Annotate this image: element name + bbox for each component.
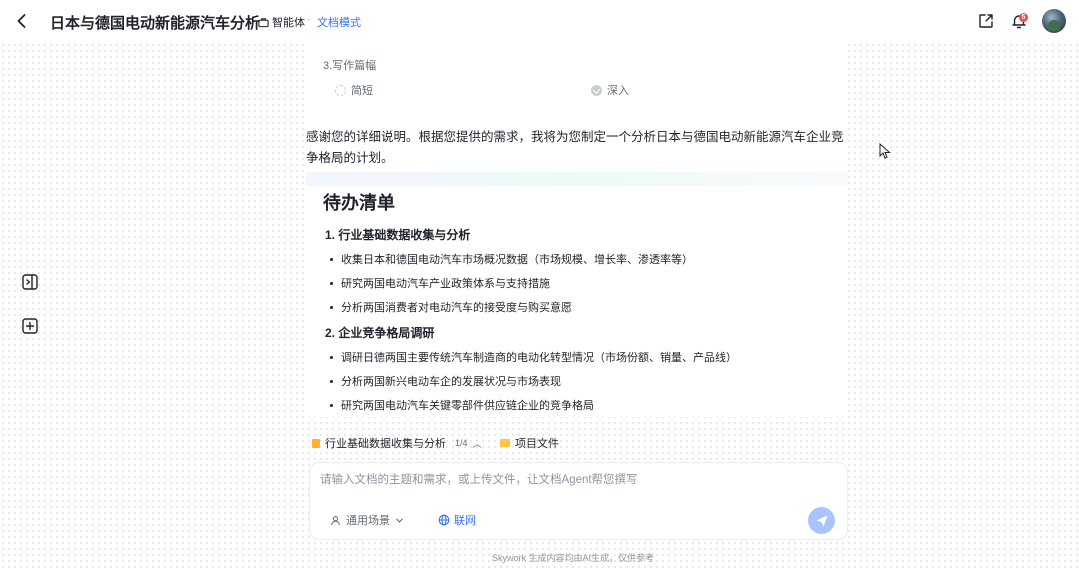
globe-icon: [438, 514, 450, 526]
writing-length-label: 3.写作篇幅: [323, 60, 377, 72]
assistant-message: 感谢您的详细说明。根据您提供的需求，我将为您制定一个分析日本与德国电动新能源汽车…: [306, 130, 844, 165]
chat-panel: 3.写作篇幅 简短 深入 感谢您的详细说明。根据您提供的需求，我将为您制定一个分…: [306, 44, 848, 417]
prompt-input[interactable]: [320, 471, 820, 489]
todo-group-title: 1. 行业基础数据收集与分析: [325, 228, 471, 242]
todo-item: 分析两国新兴电动车企的发展状况与市场表现: [330, 373, 561, 389]
send-button[interactable]: [808, 507, 835, 534]
scene-dropdown[interactable]: 通用场景: [330, 512, 404, 528]
share-icon[interactable]: [977, 12, 995, 30]
notification-badge: 5: [1019, 13, 1028, 22]
todo-item: 分析两国消费者对电动汽车的接受度与购买意愿: [330, 299, 572, 315]
document-title[interactable]: 日本与德国电动新能源汽车分析: [50, 12, 260, 33]
agent-label: 智能体: [272, 17, 305, 29]
project-files-button[interactable]: 项目文件: [500, 435, 559, 451]
todo-item: 收集日本和德国电动汽车市场概况数据（市场规模、增长率、渗透率等）: [330, 251, 693, 267]
mouse-cursor-icon: [879, 143, 891, 159]
document-mode-label[interactable]: 文档模式: [317, 14, 361, 30]
new-document-icon[interactable]: [20, 316, 40, 336]
todo-list-card: 待办清单 1. 行业基础数据收集与分析 收集日本和德国电动汽车市场概况数据（市场…: [306, 172, 848, 417]
web-search-toggle[interactable]: 联网: [438, 512, 476, 528]
avatar[interactable]: [1042, 9, 1066, 33]
ai-disclaimer: Skywork 生成内容均由AI生成，仅供参考: [492, 553, 655, 563]
breadcrumb-separator: ·: [307, 14, 311, 26]
send-icon: [816, 515, 827, 526]
task-progress-bar: 行业基础数据收集与分析 1/4 ︿ 项目文件: [306, 430, 848, 454]
todo-item: 调研日德两国主要传统汽车制造商的电动化转型情况（市场份额、销量、产品线）: [330, 349, 737, 365]
agent-tag[interactable]: 智能体: [258, 14, 305, 30]
task-doc-icon: [312, 438, 320, 448]
task-progress-count: 1/4: [455, 438, 468, 448]
radio-unchecked-icon: [335, 84, 346, 96]
briefcase-icon: [258, 17, 269, 27]
composer: 通用场景 联网: [309, 462, 848, 540]
chevron-down-icon: [396, 518, 403, 523]
radio-checked-icon: [591, 84, 602, 96]
todo-title: 待办清单: [323, 193, 395, 213]
todo-item: 研究两国电动汽车产业政策体系与支持措施: [330, 275, 550, 291]
back-arrow-icon[interactable]: [12, 11, 32, 31]
top-bar: 日本与德国电动新能源汽车分析 智能体 · 文档模式 5: [0, 0, 1079, 44]
chevron-up-icon: ︿: [472, 438, 482, 449]
todo-group-title: 2. 企业竞争格局调研: [325, 326, 435, 340]
folder-icon: [500, 439, 510, 447]
current-task-chip[interactable]: 行业基础数据收集与分析 1/4 ︿: [312, 435, 482, 451]
todo-item: 研究两国电动汽车关键零部件供应链企业的竞争格局: [330, 397, 594, 413]
sidebar-toggle-icon[interactable]: [20, 272, 40, 292]
person-icon: [331, 515, 340, 525]
length-option-short[interactable]: 简短: [335, 82, 373, 98]
length-option-deep[interactable]: 深入: [591, 82, 629, 98]
